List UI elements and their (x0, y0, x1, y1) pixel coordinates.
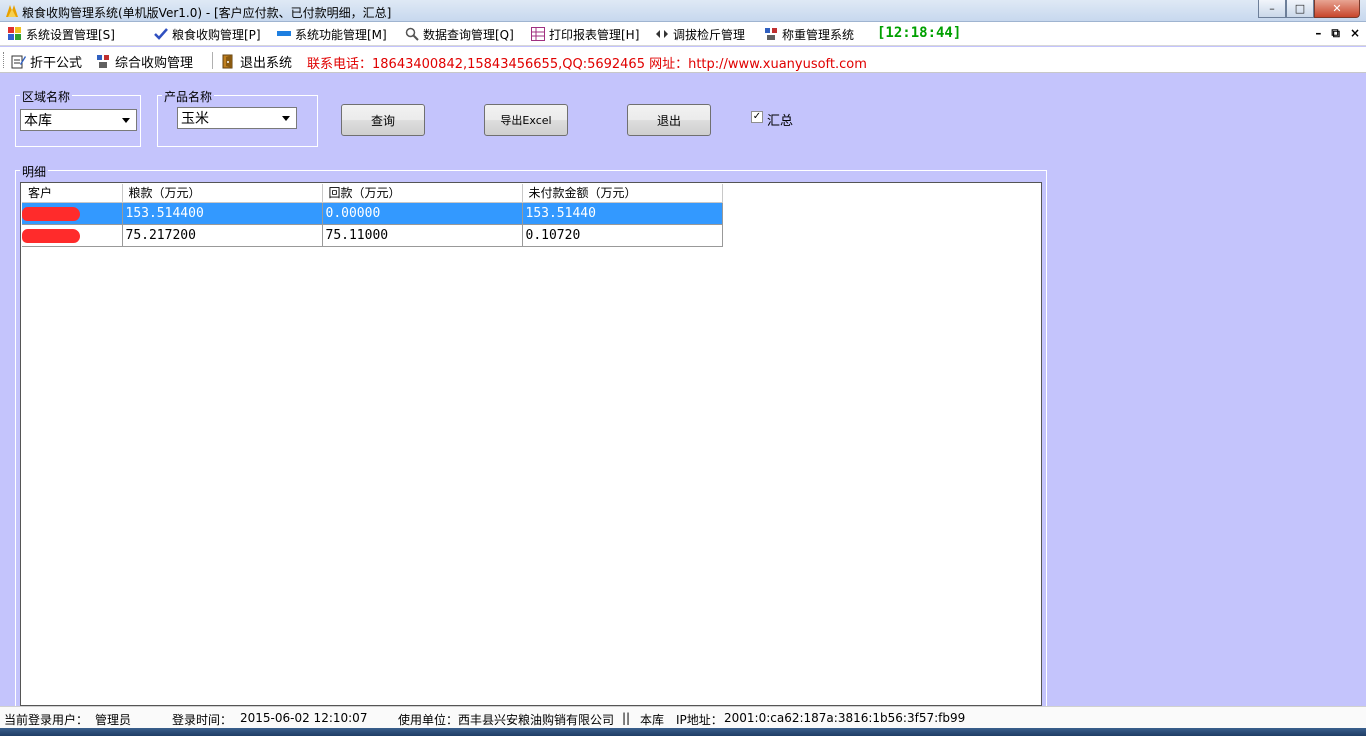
cell-unpaid[interactable]: 0.10720 (522, 224, 723, 247)
menu-label: 打印报表管理[H] (549, 27, 640, 42)
cell-grain-payment[interactable]: 75.217200 (122, 224, 323, 247)
detail-table: 客户 粮款（万元） 回款（万元） 未付款金额（万元） 153.514400 0.… (22, 184, 723, 247)
toolbar-grip[interactable] (3, 52, 6, 68)
check-icon (154, 28, 168, 40)
menu-label: 系统功能管理[M] (295, 27, 387, 42)
summary-checkbox-label[interactable]: 汇总 (767, 110, 793, 129)
region-select[interactable]: 本库 (20, 109, 137, 131)
maximize-button[interactable]: □ (1286, 0, 1314, 18)
exit-button[interactable]: 退出 (627, 104, 711, 136)
menu-label: 系统设置管理[S] (26, 27, 115, 42)
status-separator: || (622, 711, 631, 725)
status-login-time: 2015-06-02 12:10:07 (240, 711, 368, 725)
column-header-repayment[interactable]: 回款（万元） (322, 184, 523, 203)
arrows-icon (656, 30, 668, 38)
cell-customer[interactable] (22, 224, 123, 247)
status-ip: 2001:0:ca62:187a:3816:1b56:3f57:fb99 (724, 711, 966, 725)
contact-info: 联系电话：18643400842,15843456655,QQ:5692465 … (307, 57, 867, 72)
toolbar-label: 折干公式 (30, 55, 83, 71)
menu-grain-purchase[interactable]: 粮食收购管理[P] (154, 26, 261, 42)
toolbar-label: 综合收购管理 (115, 55, 194, 71)
grid-icon (531, 27, 545, 41)
close-button[interactable]: ✕ (1314, 0, 1360, 18)
summary-checkbox[interactable]: ✓ (751, 111, 763, 123)
toolbar: 折干公式 综合收购管理 退出系统 联系电话：18643400842,158434… (0, 47, 1366, 73)
minimize-button[interactable]: – (1258, 0, 1286, 18)
status-user-label: 当前登录用户： (4, 713, 89, 727)
menu-system-settings[interactable]: 系统设置管理[S] (8, 26, 115, 42)
users-icon (8, 27, 21, 40)
chevron-down-icon[interactable] (278, 110, 294, 126)
export-excel-button[interactable]: 导出Excel (484, 104, 568, 136)
detail-grid[interactable]: 客户 粮款（万元） 回款（万元） 未付款金额（万元） 153.514400 0.… (20, 182, 1042, 706)
clock-display: [12:18:44] (877, 25, 962, 41)
menu-label: 称重管理系统 (782, 27, 855, 42)
edit-icon (11, 55, 26, 68)
table-row[interactable]: 75.217200 75.11000 0.10720 (22, 224, 723, 247)
column-header-grain-payment[interactable]: 粮款（万元） (122, 184, 323, 203)
checkmark-icon: ✓ (752, 111, 762, 122)
scale-icon (765, 28, 777, 40)
redaction-mark (22, 206, 80, 221)
os-taskbar (0, 728, 1366, 736)
cell-grain-payment[interactable]: 153.514400 (122, 202, 323, 225)
chevron-down-icon[interactable] (118, 112, 134, 128)
product-value: 玉米 (181, 111, 209, 127)
cell-repayment[interactable]: 75.11000 (322, 224, 523, 247)
column-header-customer[interactable]: 客户 (22, 184, 123, 203)
region-label: 区域名称 (20, 88, 73, 105)
table-header-row: 客户 粮款（万元） 回款（万元） 未付款金额（万元） (22, 184, 723, 203)
status-location: 本库 (640, 713, 665, 727)
cell-repayment[interactable]: 0.00000 (322, 202, 523, 225)
app-logo-icon (6, 5, 18, 17)
toolbar-comprehensive-purchase[interactable]: 综合收购管理 (96, 52, 194, 71)
product-select[interactable]: 玉米 (177, 107, 297, 129)
magnifier-icon (405, 27, 419, 41)
menu-data-query[interactable]: 数据查询管理[Q] (405, 26, 514, 42)
window-title: 粮食收购管理系统(单机版Ver1.0) - [客户应付款、已付款明细，汇总] (22, 6, 392, 20)
menu-label: 数据查询管理[Q] (423, 27, 514, 42)
menu-label: 粮食收购管理[P] (172, 27, 261, 42)
mdi-close-button[interactable]: × (1350, 26, 1360, 41)
cell-unpaid[interactable]: 153.51440 (522, 202, 723, 225)
table-row[interactable]: 153.514400 0.00000 153.51440 (22, 202, 723, 225)
title-bar: 粮食收购管理系统(单机版Ver1.0) - [客户应付款、已付款明细，汇总] –… (0, 0, 1366, 22)
menu-print-reports[interactable]: 打印报表管理[H] (531, 26, 639, 42)
cell-customer[interactable] (22, 202, 123, 225)
menu-bar: 系统设置管理[S] 粮食收购管理[P] 系统功能管理[M] 数据查询管理[Q] … (0, 22, 1366, 46)
status-login-label: 登录时间： (172, 713, 233, 727)
redaction-mark (22, 228, 80, 243)
scale-icon (97, 54, 109, 68)
menu-label: 调拔检斤管理 (673, 27, 746, 42)
status-unit-label: 使用单位： (398, 713, 459, 727)
status-unit: 西丰县兴安粮油购销有限公司 (458, 713, 615, 727)
menu-weighing-system[interactable]: 称重管理系统 (764, 26, 854, 42)
bar-icon (277, 31, 291, 36)
status-bar: 当前登录用户： 管理员 登录时间： 2015-06-02 12:10:07 使用… (0, 706, 1366, 728)
query-button[interactable]: 查询 (341, 104, 425, 136)
mdi-restore-button[interactable]: ⧉ (1331, 26, 1340, 41)
toolbar-label: 退出系统 (240, 55, 293, 71)
toolbar-separator (212, 52, 213, 69)
exit-icon (222, 54, 233, 68)
toolbar-drying-formula[interactable]: 折干公式 (11, 52, 83, 71)
status-user: 管理员 (95, 713, 132, 727)
product-label: 产品名称 (162, 88, 215, 105)
menu-system-functions[interactable]: 系统功能管理[M] (277, 26, 387, 42)
column-header-unpaid[interactable]: 未付款金额（万元） (522, 184, 723, 203)
detail-label: 明细 (20, 163, 49, 180)
mdi-minimize-button[interactable]: – (1315, 26, 1321, 41)
menu-transfer-weighing[interactable]: 调拔检斤管理 (655, 26, 745, 42)
toolbar-exit-system[interactable]: 退出系统 (221, 52, 293, 71)
region-value: 本库 (24, 113, 52, 129)
status-ip-label: IP地址： (676, 713, 723, 727)
